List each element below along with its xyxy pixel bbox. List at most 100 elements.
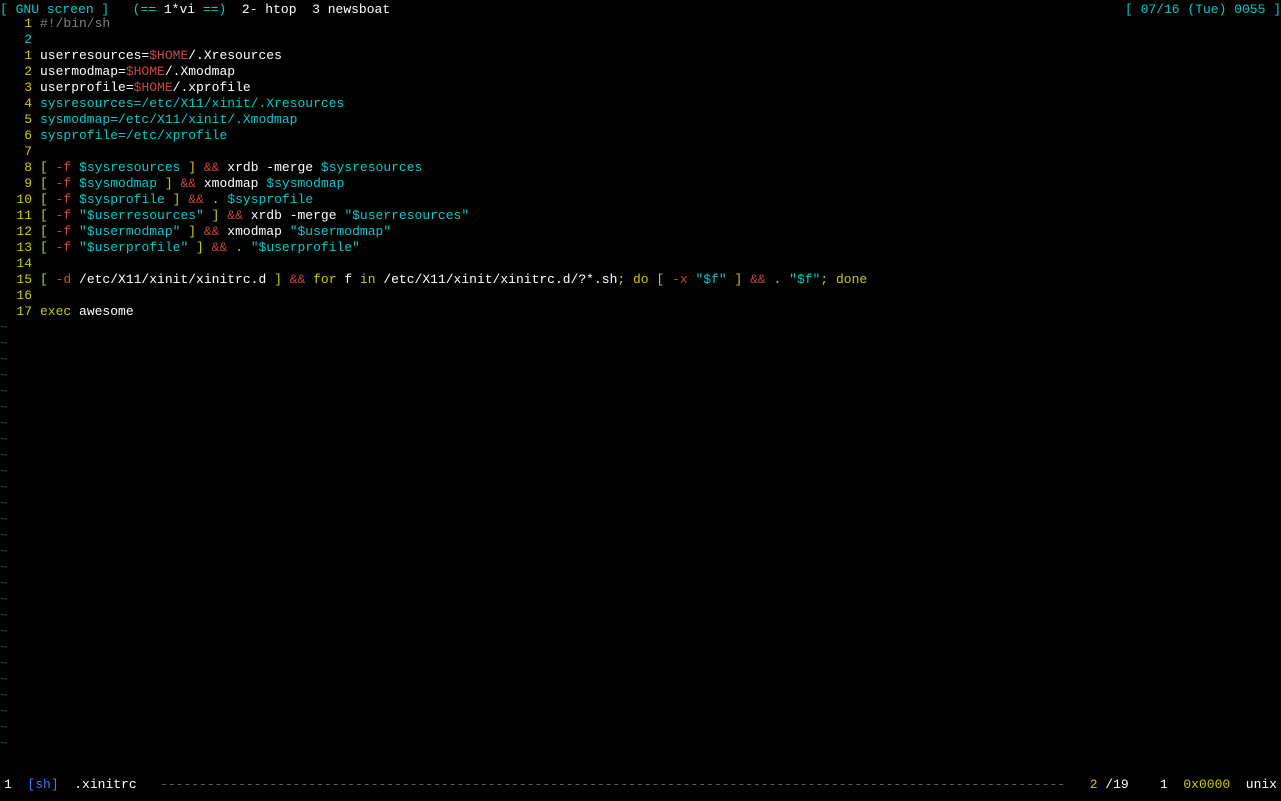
filetype: sh [35,777,51,793]
code-line[interactable]: 7 [0,144,1281,160]
code-content[interactable]: userresources=$HOME/.Xresources [40,48,1281,64]
code-content[interactable]: usermodmap=$HOME/.Xmodmap [40,64,1281,80]
line-number-gutter: 11 [0,208,40,224]
bracket-close: ] [94,2,110,17]
code-line[interactable]: 10[ -f $sysprofile ] && . $sysprofile [0,192,1281,208]
empty-line-tilde: ~ [0,320,1281,336]
file-format: unix [1246,777,1277,793]
code-content[interactable] [40,144,1281,160]
empty-line-tilde: ~ [0,544,1281,560]
code-content[interactable]: #!/bin/sh [40,16,1281,32]
filename: .xinitrc [59,777,160,793]
empty-line-tilde: ~ [0,608,1281,624]
empty-line-tilde: ~ [0,720,1281,736]
empty-line-tilde: ~ [0,480,1281,496]
code-line[interactable]: 13[ -f "$userprofile" ] && . "$userprofi… [0,240,1281,256]
code-line[interactable]: 3userprofile=$HOME/.xprofile [0,80,1281,96]
line-number-gutter: 9 [0,176,40,192]
code-content[interactable]: [ -f $sysmodmap ] && xmodmap $sysmodmap [40,176,1281,192]
char-hex: 0x0000 [1183,777,1230,793]
line-number-gutter: 4 [0,96,40,112]
code-content[interactable] [40,32,1281,48]
screen-status-bar: [ GNU screen ] (== 1*vi ==) 2- htop 3 ne… [0,0,1281,16]
code-content[interactable]: [ -f $sysresources ] && xrdb -merge $sys… [40,160,1281,176]
line-number-gutter: 6 [0,128,40,144]
code-content[interactable]: userprofile=$HOME/.xprofile [40,80,1281,96]
empty-line-tilde: ~ [0,560,1281,576]
line-number-gutter: 7 [0,144,40,160]
bracket-open: [ [0,2,16,17]
empty-line-tilde: ~ [0,512,1281,528]
empty-line-tilde: ~ [0,576,1281,592]
code-line[interactable]: 5sysmodmap=/etc/X11/xinit/.Xmodmap [0,112,1281,128]
line-number-gutter: 2 [0,32,40,48]
code-content[interactable]: sysresources=/etc/X11/xinit/.Xresources [40,96,1281,112]
code-content[interactable]: [ -d /etc/X11/xinit/xinitrc.d ] && for f… [40,272,1281,288]
code-line[interactable]: 2usermodmap=$HOME/.Xmodmap [0,64,1281,80]
empty-line-tilde: ~ [0,400,1281,416]
line-number-gutter: 12 [0,224,40,240]
editor-area[interactable]: 1#!/bin/sh21userresources=$HOME/.Xresour… [0,16,1281,752]
line-number-gutter: 15 [0,272,40,288]
empty-line-tilde: ~ [0,672,1281,688]
code-line[interactable]: 12[ -f "$usermodmap" ] && xmodmap "$user… [0,224,1281,240]
line-number-gutter: 8 [0,160,40,176]
code-content[interactable] [40,288,1281,304]
empty-line-tilde: ~ [0,656,1281,672]
code-line[interactable]: 14 [0,256,1281,272]
code-content[interactable]: [ -f "$userresources" ] && xrdb -merge "… [40,208,1281,224]
line-number-gutter: 10 [0,192,40,208]
empty-line-tilde: ~ [0,368,1281,384]
empty-line-tilde: ~ [0,704,1281,720]
total-lines: 19 [1113,777,1129,793]
code-content[interactable]: [ -f "$userprofile" ] && . "$userprofile… [40,240,1281,256]
empty-line-tilde: ~ [0,448,1281,464]
code-line[interactable]: 17exec awesome [0,304,1281,320]
line-number-gutter: 17 [0,304,40,320]
code-line[interactable]: 2 [0,32,1281,48]
empty-line-tilde: ~ [0,640,1281,656]
active-window: 1*vi [164,2,195,17]
line-number-gutter: 16 [0,288,40,304]
screen-label: GNU screen [16,2,94,17]
code-content[interactable]: exec awesome [40,304,1281,320]
line-number-gutter: 1 [0,48,40,64]
line-number-gutter: 2 [0,64,40,80]
code-line[interactable]: 11[ -f "$userresources" ] && xrdb -merge… [0,208,1281,224]
empty-line-tilde: ~ [0,336,1281,352]
code-content[interactable]: sysprofile=/etc/xprofile [40,128,1281,144]
code-line[interactable]: 15[ -d /etc/X11/xinit/xinitrc.d ] && for… [0,272,1281,288]
code-content[interactable] [40,256,1281,272]
line-number-gutter: 13 [0,240,40,256]
date-time: [ 07/16 (Tue) 0055 ] [1125,2,1281,17]
screen-clock: [ 07/16 (Tue) 0055 ] [1125,2,1281,14]
line-number: 2 [1090,777,1098,793]
code-content[interactable]: [ -f $sysprofile ] && . $sysprofile [40,192,1281,208]
empty-line-tilde: ~ [0,416,1281,432]
code-line[interactable]: 16 [0,288,1281,304]
code-line[interactable]: 1#!/bin/sh [0,16,1281,32]
empty-line-tilde: ~ [0,528,1281,544]
empty-line-tilde: ~ [0,384,1281,400]
column: 1 [1160,777,1168,793]
line-number-gutter: 14 [0,256,40,272]
separator-dashes: ----------------------------------------… [160,777,1066,793]
code-line[interactable]: 4sysresources=/etc/X11/xinit/.Xresources [0,96,1281,112]
empty-line-tilde: ~ [0,432,1281,448]
code-line[interactable]: 6sysprofile=/etc/xprofile [0,128,1281,144]
vi-status-line: 1 [sh] .xinitrc ------------------------… [0,777,1281,793]
window-newsboat: 3 newsboat [297,2,391,17]
screen-windows-list: [ GNU screen ] (== 1*vi ==) 2- htop 3 ne… [0,2,390,14]
empty-line-tilde: ~ [0,352,1281,368]
code-line[interactable]: 9[ -f $sysmodmap ] && xmodmap $sysmodmap [0,176,1281,192]
empty-line-tilde: ~ [0,688,1281,704]
empty-line-tilde: ~ [0,496,1281,512]
window-htop: 2- htop [226,2,296,17]
empty-line-tilde: ~ [0,592,1281,608]
code-content[interactable]: [ -f "$usermodmap" ] && xmodmap "$usermo… [40,224,1281,240]
code-content[interactable]: sysmodmap=/etc/X11/xinit/.Xmodmap [40,112,1281,128]
code-line[interactable]: 1userresources=$HOME/.Xresources [0,48,1281,64]
code-line[interactable]: 8[ -f $sysresources ] && xrdb -merge $sy… [0,160,1281,176]
line-number-gutter: 5 [0,112,40,128]
empty-line-tilde: ~ [0,624,1281,640]
